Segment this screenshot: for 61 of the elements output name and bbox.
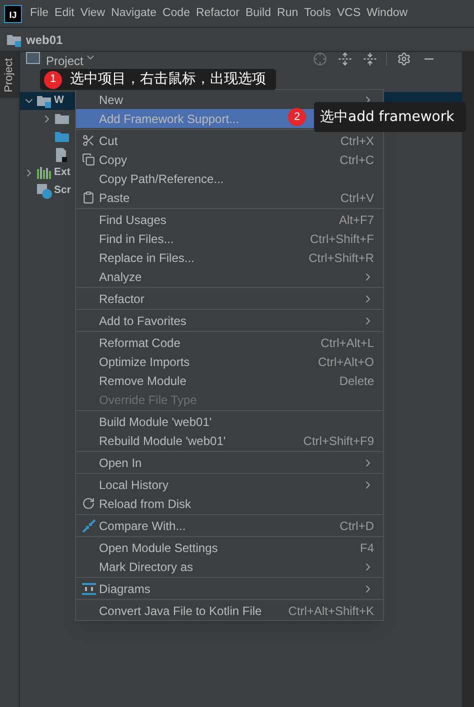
collapse-all-icon[interactable] bbox=[363, 52, 377, 66]
project-view-icon bbox=[26, 52, 40, 64]
tree-item-label[interactable]: Scr bbox=[54, 183, 71, 199]
menu-item[interactable]: Add to Favorites bbox=[76, 311, 383, 330]
menu-bar-item[interactable]: Build bbox=[245, 4, 272, 22]
menu-item[interactable]: Cut Ctrl+X bbox=[76, 131, 383, 150]
app-logo: IJ bbox=[4, 4, 22, 22]
menu-item[interactable]: Optimize Imports Ctrl+Alt+O bbox=[76, 352, 383, 371]
annotation-text: 选中项目，右击鼠标，出现选项 bbox=[70, 70, 266, 89]
menu-item[interactable]: Mark Directory as bbox=[76, 557, 383, 576]
settings-icon[interactable] bbox=[397, 52, 411, 66]
menu-item[interactable]: Copy Ctrl+C bbox=[76, 150, 383, 169]
menu-bar-item[interactable]: Navigate bbox=[111, 4, 156, 22]
menu-item[interactable]: Compare With... Ctrl+D bbox=[76, 516, 383, 535]
menu-item[interactable]: Open In bbox=[76, 453, 383, 472]
libraries-icon bbox=[36, 166, 52, 180]
project-tool-tab[interactable]: Project bbox=[0, 52, 19, 98]
menu-item[interactable]: Diagrams bbox=[76, 579, 383, 598]
menu-bar-item[interactable]: Edit bbox=[54, 4, 74, 22]
menu-bar-item[interactable]: Code bbox=[162, 4, 190, 22]
menu-item[interactable]: Rebuild Module 'web01' Ctrl+Shift+F9 bbox=[76, 431, 383, 450]
menu-item[interactable]: Reformat Code Ctrl+Alt+L bbox=[76, 333, 383, 352]
compare-arrows-icon bbox=[82, 518, 96, 532]
menu-bar-item[interactable]: File bbox=[30, 4, 49, 22]
module-folder-icon bbox=[6, 32, 22, 46]
breadcrumb-project[interactable]: web01 bbox=[26, 30, 63, 48]
menu-item[interactable]: Paste Ctrl+V bbox=[76, 188, 383, 207]
menu-item[interactable]: Local History bbox=[76, 475, 383, 494]
menu-item[interactable]: Refactor bbox=[76, 289, 383, 308]
menu-item[interactable]: Find in Files... Ctrl+Shift+F bbox=[76, 229, 383, 248]
scissors-icon bbox=[82, 134, 95, 147]
menu-bar-item[interactable]: Window bbox=[366, 4, 408, 22]
menu-bar-item[interactable]: Tools bbox=[304, 4, 331, 22]
file-icon bbox=[54, 147, 68, 163]
menu-item[interactable]: Open Module Settings F4 bbox=[76, 538, 383, 557]
expand-all-icon[interactable] bbox=[338, 52, 352, 66]
diagram-icon bbox=[82, 582, 96, 594]
menu-item[interactable]: Build Module 'web01' bbox=[76, 412, 383, 431]
view-selector[interactable]: Project bbox=[46, 52, 84, 70]
menu-item[interactable]: Find Usages Alt+F7 bbox=[76, 210, 383, 229]
menu-bar-item[interactable]: VCS bbox=[336, 4, 361, 22]
menu-item[interactable]: Reload from Disk bbox=[76, 494, 383, 513]
menu-item[interactable]: Replace in Files... Ctrl+Shift+R bbox=[76, 248, 383, 267]
menu-item[interactable]: Analyze bbox=[76, 267, 383, 286]
menu-item[interactable]: Copy Path/Reference... bbox=[76, 169, 383, 188]
paste-icon bbox=[82, 191, 95, 204]
reload-icon bbox=[82, 497, 95, 510]
step-number-badge: 1 bbox=[44, 70, 62, 88]
folder-icon bbox=[54, 130, 70, 144]
copy-icon bbox=[82, 153, 95, 166]
tree-item-label[interactable]: W bbox=[54, 93, 64, 109]
scratches-icon bbox=[36, 183, 52, 199]
menu-bar-item[interactable]: Refactor bbox=[196, 4, 240, 22]
menu-item[interactable]: Remove Module Delete bbox=[76, 371, 383, 390]
menu-item[interactable]: Convert Java File to Kotlin File Ctrl+Alt+Shift+K bbox=[76, 601, 383, 620]
tree-item-label[interactable]: Ext bbox=[54, 165, 70, 181]
folder-icon bbox=[54, 112, 70, 126]
menu-bar-item[interactable]: View bbox=[80, 4, 106, 22]
menu-item[interactable]: New bbox=[76, 90, 383, 109]
module-folder-icon bbox=[36, 94, 52, 108]
menu-bar-item[interactable]: Run bbox=[277, 4, 298, 22]
